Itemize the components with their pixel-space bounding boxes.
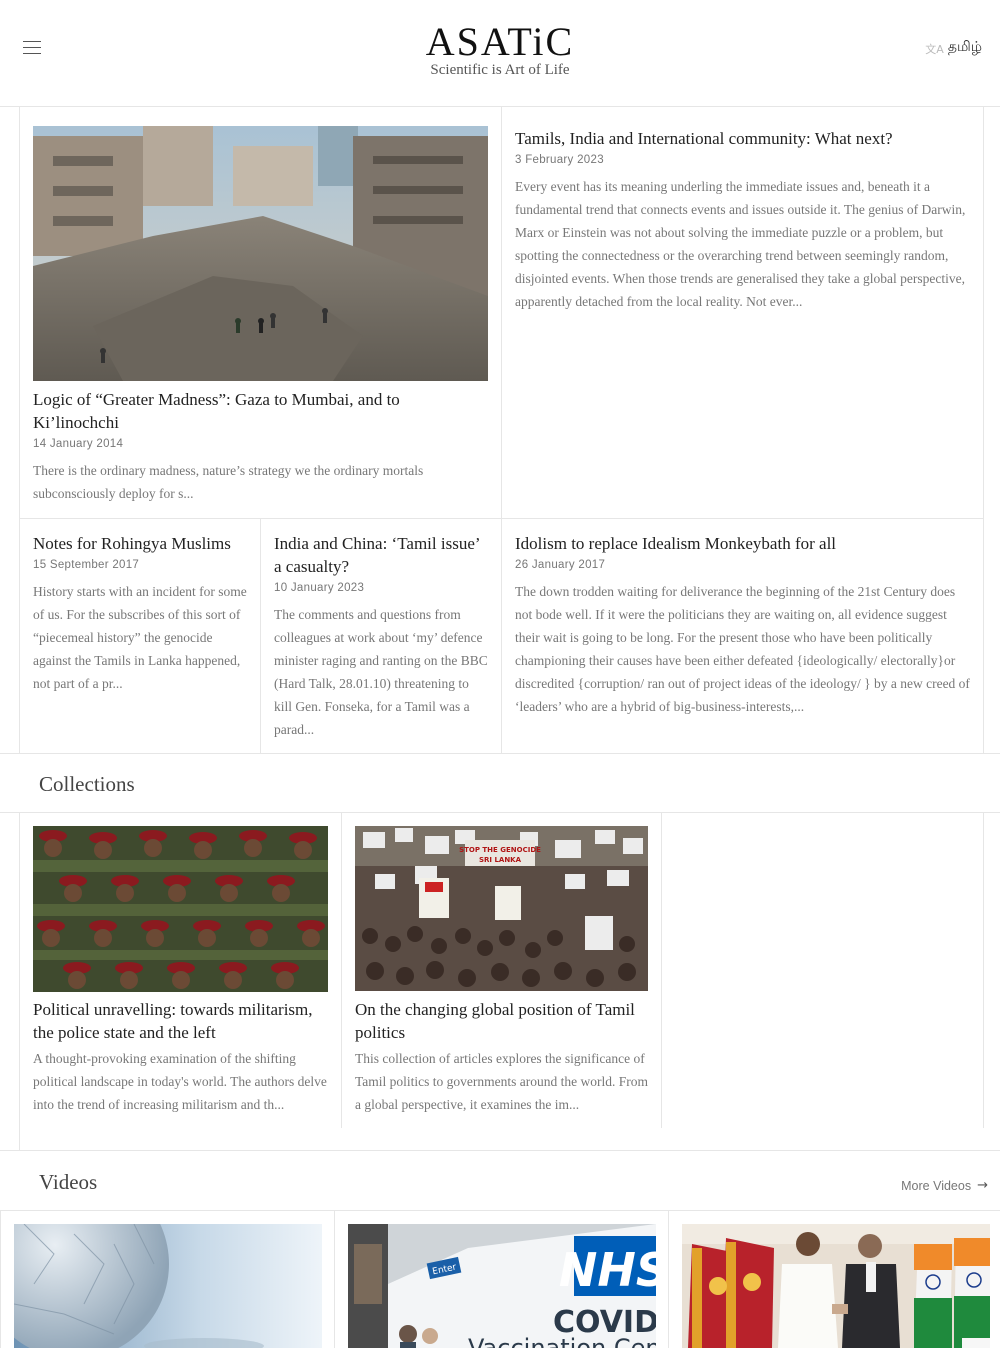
article-date: 10 January 2023 bbox=[274, 582, 365, 594]
article-title[interactable]: Logic of “Greater Madness”: Gaza to Mumb… bbox=[33, 388, 488, 434]
article-date: 3 February 2023 bbox=[515, 154, 604, 166]
collection-card: Political unravelling: towards militaris… bbox=[33, 998, 328, 1116]
article-card: Tamils, India and International communit… bbox=[515, 127, 970, 313]
svg-text:STOP THE GENOCIDE: STOP THE GENOCIDE bbox=[459, 846, 541, 854]
site-tagline: Scientific is Art of Life bbox=[430, 62, 570, 78]
collection-excerpt: This collection of articles explores the… bbox=[355, 1051, 649, 1112]
article-excerpt: There is the ordinary madness, nature’s … bbox=[33, 463, 424, 501]
collections-heading: Collections bbox=[39, 772, 135, 796]
collection-card: On the changing global position of Tamil… bbox=[355, 998, 650, 1116]
article-card: Idolism to replace Idealism Monkeybath f… bbox=[515, 532, 973, 718]
article-date: 14 January 2014 bbox=[33, 438, 124, 450]
translate-icon: 文A bbox=[925, 42, 944, 56]
site-header: ASATiC Scientific is Art of Life 文A தமிழ… bbox=[0, 0, 1000, 107]
video-thumbnail[interactable] bbox=[14, 1224, 322, 1348]
site-logo[interactable]: ASATiC bbox=[0, 18, 1000, 65]
article-excerpt: Every event has its meaning underling th… bbox=[515, 179, 966, 309]
article-card: Logic of “Greater Madness”: Gaza to Mumb… bbox=[33, 388, 488, 505]
svg-text:SRI LANKA: SRI LANKA bbox=[479, 856, 522, 864]
article-excerpt: The down trodden waiting for deliverance… bbox=[515, 584, 970, 714]
collection-image-protest[interactable]: STOP THE GENOCIDE SRI LANKA bbox=[355, 826, 648, 991]
videos-heading: Videos bbox=[39, 1170, 98, 1194]
article-title[interactable]: India and China: ‘Tamil issue’ a casualt… bbox=[274, 532, 489, 578]
video-thumb-text: Vaccination Cen bbox=[468, 1334, 656, 1348]
more-videos-label: More Videos bbox=[901, 1178, 972, 1193]
article-card: India and China: ‘Tamil issue’ a casualt… bbox=[274, 532, 489, 741]
collection-title[interactable]: On the changing global position of Tamil… bbox=[355, 998, 650, 1044]
article-date: 26 January 2017 bbox=[515, 559, 606, 571]
article-excerpt: The comments and questions from colleagu… bbox=[274, 607, 488, 737]
language-label: தமிழ் bbox=[947, 40, 982, 55]
more-videos-link[interactable]: More Videos → bbox=[901, 1178, 988, 1193]
arrow-right-icon: → bbox=[977, 1178, 988, 1193]
article-image-gaza[interactable] bbox=[33, 126, 488, 381]
collection-image-militarism[interactable] bbox=[33, 826, 328, 992]
video-thumbnail[interactable] bbox=[682, 1224, 990, 1348]
article-card: Notes for Rohingya Muslims 15 September … bbox=[33, 532, 248, 695]
collection-title[interactable]: Political unravelling: towards militaris… bbox=[33, 998, 328, 1044]
collection-excerpt: A thought-provoking examination of the s… bbox=[33, 1051, 327, 1112]
article-excerpt: History starts with an incident for some… bbox=[33, 584, 247, 691]
language-switch[interactable]: 文A தமிழ் bbox=[925, 40, 982, 57]
article-title[interactable]: Idolism to replace Idealism Monkeybath f… bbox=[515, 532, 973, 555]
article-date: 15 September 2017 bbox=[33, 559, 140, 571]
article-title[interactable]: Tamils, India and International communit… bbox=[515, 127, 970, 150]
video-thumbnail[interactable]: Enter NHS COVID- Vaccination Cen bbox=[348, 1224, 656, 1348]
article-title[interactable]: Notes for Rohingya Muslims bbox=[33, 532, 248, 555]
video-thumb-text: NHS bbox=[559, 1243, 656, 1297]
